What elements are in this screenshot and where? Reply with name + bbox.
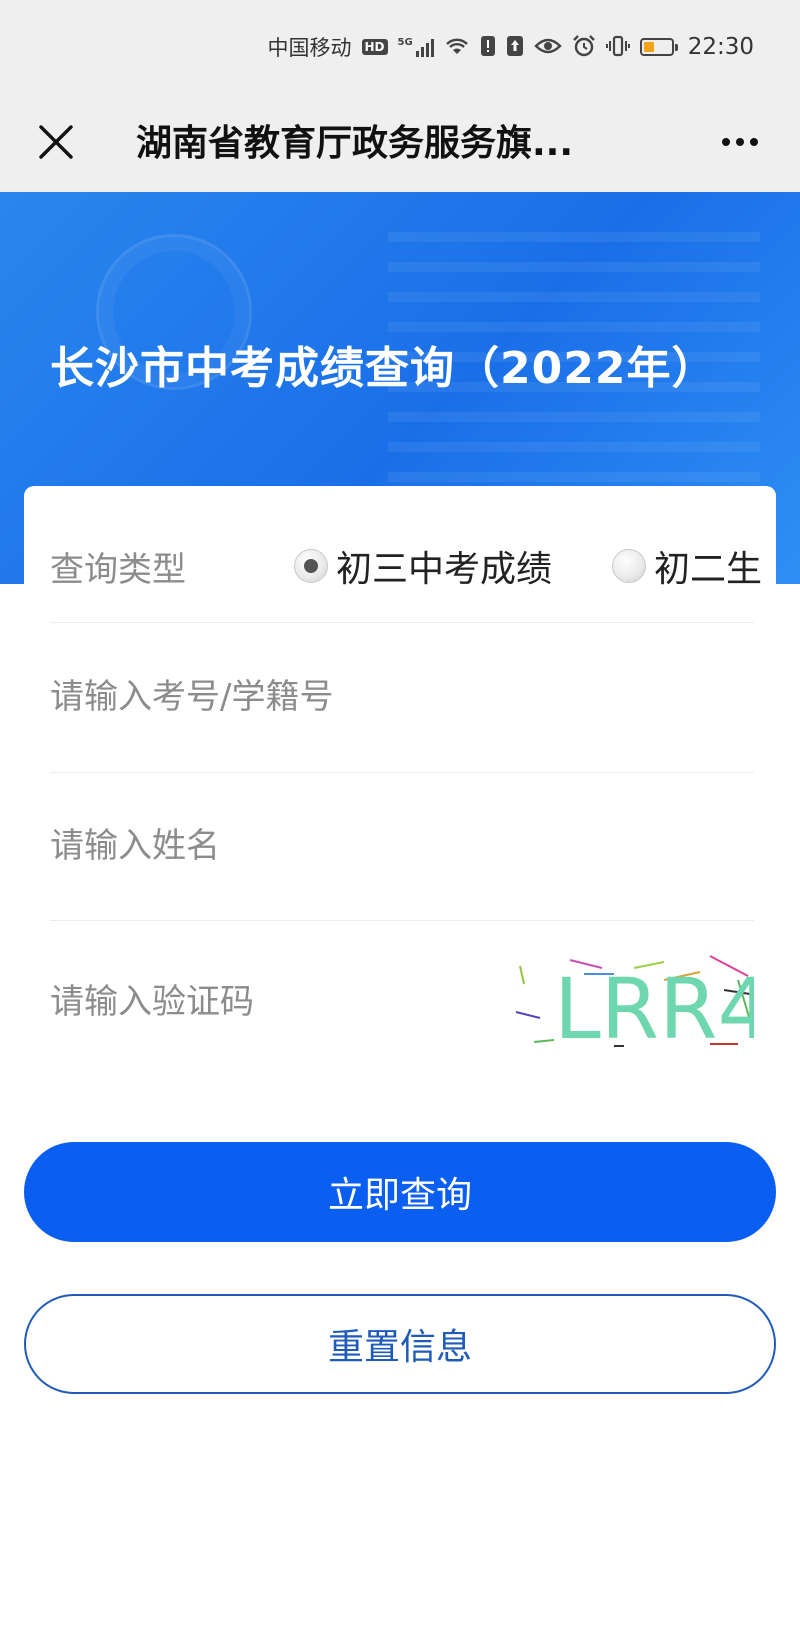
radio-option-grade8[interactable]: 初二生 [612, 540, 762, 592]
captcha-input[interactable] [50, 920, 490, 1084]
more-dot-icon [750, 138, 758, 146]
close-icon [39, 125, 73, 159]
name-input[interactable] [50, 772, 730, 920]
wifi-icon [444, 36, 470, 59]
clock-time: 22:30 [687, 34, 754, 60]
alarm-icon [572, 34, 596, 60]
signal-icon: 5G [398, 37, 434, 57]
radio-label: 初三中考成绩 [336, 549, 553, 590]
radio-label: 初二生 [654, 549, 763, 590]
radio-unchecked-icon[interactable] [612, 549, 646, 583]
more-dot-icon [722, 138, 730, 146]
alert-icon [480, 35, 496, 60]
exam-id-input[interactable] [50, 622, 730, 772]
carrier-label: 中国移动 [267, 36, 352, 60]
more-options-button[interactable] [710, 114, 770, 170]
network-type-label: 5G [397, 37, 413, 48]
captcha-image[interactable]: LRR4 [514, 950, 771, 1058]
query-type-label: 查询类型 [50, 550, 186, 590]
radio-option-grade9[interactable]: 初三中考成绩 [294, 540, 552, 592]
vibrate-icon [605, 35, 630, 60]
exam-id-row [50, 622, 754, 773]
more-dot-icon [736, 138, 744, 146]
query-type-row: 查询类型 初三中考成绩 初二生 [50, 486, 762, 623]
battery-icon [639, 38, 678, 56]
banner-title: 长沙市中考成绩查询（2022年） [50, 343, 717, 394]
radio-checked-icon[interactable] [294, 549, 328, 583]
page-title: 湖南省教育厅政务服务旗... [136, 123, 574, 164]
status-icons: 中国移动 HD 5G 22:30 [268, 30, 754, 64]
close-button[interactable] [28, 114, 84, 170]
upload-icon [506, 35, 524, 60]
status-bar: 中国移动 HD 5G 22:30 [0, 0, 800, 96]
query-form-card: 查询类型 初三中考成绩 初二生 请输入考号/学籍号 请输入姓名 请输入验证码 L… [24, 486, 776, 1092]
title-bar: 湖南省教育厅政务服务旗... [0, 96, 800, 192]
eye-icon [534, 37, 562, 58]
captcha-row: LRR4 [50, 920, 771, 1084]
hd-icon: HD [361, 39, 388, 55]
name-row [50, 772, 754, 921]
captcha-text: LRR4 [554, 960, 754, 1050]
reset-button[interactable]: 重置信息 [24, 1294, 776, 1394]
query-button[interactable]: 立即查询 [24, 1142, 776, 1242]
